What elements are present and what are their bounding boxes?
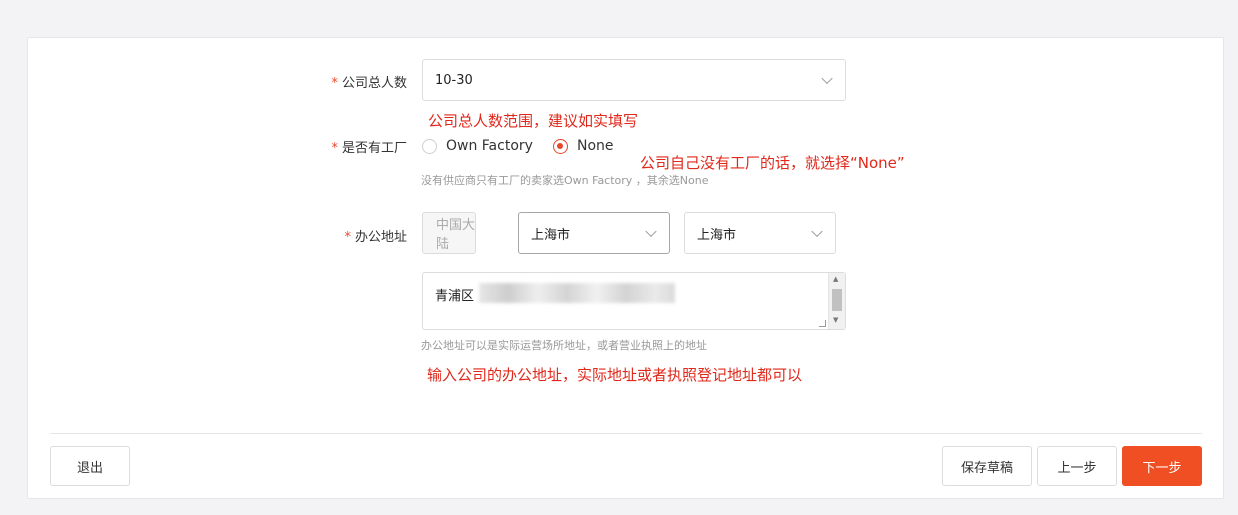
prev-step-button[interactable]: 上一步	[1037, 446, 1117, 486]
radio-own-factory-label: Own Factory	[446, 138, 533, 154]
address-label: * 办公地址	[344, 230, 407, 245]
city-value: 上海市	[697, 227, 737, 243]
address-annotation: 输入公司的办公地址，实际地址或者执照登记地址都可以	[427, 366, 803, 384]
exit-button[interactable]: 退出	[50, 446, 130, 486]
address-detail-text: 青浦区	[435, 289, 475, 304]
radio-own-factory[interactable]: Own Factory	[422, 138, 533, 154]
footer-divider	[50, 433, 1202, 434]
province-select[interactable]: 上海市	[518, 212, 670, 254]
radio-checked-icon	[553, 138, 568, 154]
address-hint: 办公地址可以是实际运营场所地址，或者营业执照上的地址	[421, 339, 707, 352]
radio-unchecked-icon	[422, 138, 437, 154]
employees-select-value: 10-30	[435, 72, 473, 88]
scroll-down-icon[interactable]: ▼	[833, 316, 838, 324]
resize-handle-icon[interactable]	[819, 320, 826, 327]
employees-label: * 公司总人数	[331, 76, 407, 91]
scroll-up-icon[interactable]: ▲	[833, 275, 838, 283]
chevron-down-icon	[645, 225, 657, 238]
employees-select[interactable]: 10-30	[422, 59, 846, 101]
textarea-scrollbar[interactable]: ▲ ▼	[828, 273, 845, 329]
blurred-address	[479, 283, 675, 303]
radio-none[interactable]: None	[553, 138, 614, 154]
province-value: 上海市	[531, 227, 571, 243]
country-select: 中国大陆	[422, 212, 476, 254]
chevron-down-icon	[811, 225, 823, 238]
address-detail-textarea[interactable]: 青浦区 ▲ ▼	[422, 272, 846, 330]
factory-hint: 没有供应商只有工厂的卖家选Own Factory ，其余选None	[421, 174, 709, 187]
factory-label: * 是否有工厂	[331, 141, 407, 156]
radio-none-label: None	[577, 138, 614, 154]
employees-annotation: 公司总人数范围，建议如实填写	[428, 112, 639, 130]
scrollbar-thumb[interactable]	[832, 289, 842, 311]
chevron-down-icon	[821, 72, 833, 85]
city-select[interactable]: 上海市	[684, 212, 836, 254]
next-step-button[interactable]: 下一步	[1122, 446, 1202, 486]
form-card	[27, 37, 1224, 499]
save-draft-button[interactable]: 保存草稿	[942, 446, 1032, 486]
country-value: 中国大陆	[436, 218, 476, 252]
factory-annotation: 公司自己没有工厂的话，就选择“None”	[640, 154, 905, 172]
